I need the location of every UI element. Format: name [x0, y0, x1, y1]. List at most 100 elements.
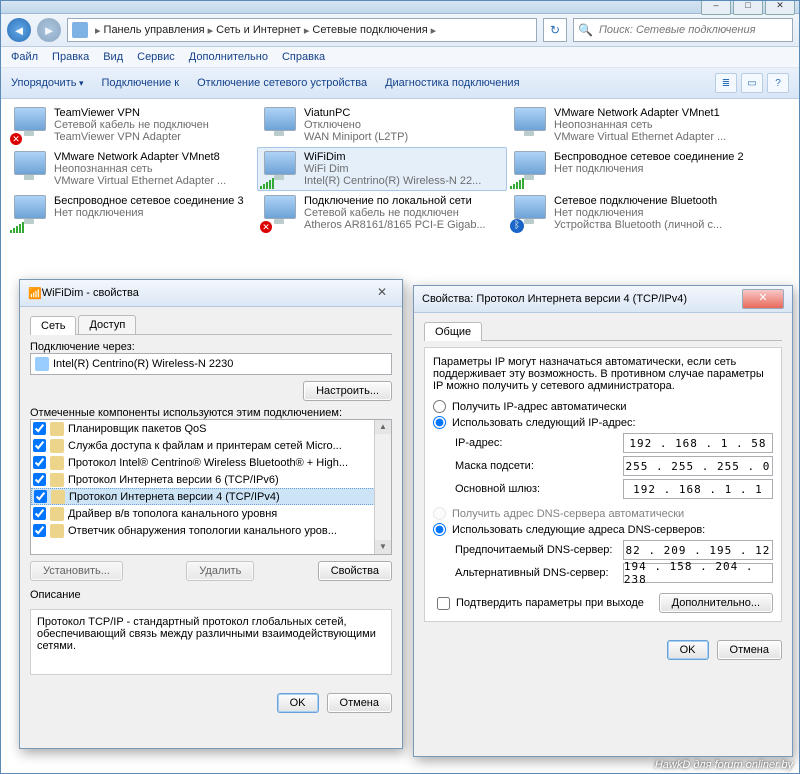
- adapter-field: Intel(R) Centrino(R) Wireless-N 2230: [30, 353, 392, 375]
- radio-auto-ip[interactable]: [433, 400, 446, 413]
- dialog-title: WiFiDim - свойства: [42, 287, 370, 299]
- menu-edit[interactable]: Правка: [52, 51, 89, 63]
- search-box[interactable]: 🔍: [573, 18, 793, 42]
- crumb-network[interactable]: Сеть и Интернет: [216, 24, 301, 36]
- connection-item[interactable]: VMware Network Adapter VMnet1Неопознанна…: [507, 103, 757, 147]
- component-label: Планировщик пакетов QoS: [68, 423, 207, 435]
- search-input[interactable]: [597, 23, 788, 37]
- view-options-icon[interactable]: ≣: [715, 73, 737, 93]
- cmd-disable[interactable]: Отключение сетевого устройства: [197, 77, 367, 89]
- command-bar: Упорядочить Подключение к Отключение сет…: [1, 68, 799, 99]
- tab-general[interactable]: Общие: [424, 322, 482, 341]
- dialog-title: Свойства: Протокол Интернета версии 4 (T…: [422, 293, 742, 305]
- nav-back-button[interactable]: ◄: [7, 18, 31, 42]
- cancel-button[interactable]: Отмена: [327, 693, 392, 713]
- subnet-mask-input[interactable]: 255 . 255 . 255 . 0: [623, 456, 773, 476]
- ok-button[interactable]: OK: [667, 640, 709, 660]
- component-properties-button[interactable]: Свойства: [318, 561, 392, 581]
- help-icon[interactable]: ?: [767, 73, 789, 93]
- component-checkbox[interactable]: [34, 490, 47, 503]
- component-label: Протокол Интернета версии 6 (TCP/IPv6): [68, 474, 279, 486]
- connection-item[interactable]: ✕Подключение по локальной сетиСетевой ка…: [257, 191, 507, 235]
- alternate-dns-input[interactable]: 194 . 158 . 204 . 238: [623, 563, 773, 583]
- preferred-dns-input[interactable]: 82 . 209 . 195 . 12: [623, 540, 773, 560]
- minimize-button[interactable]: –: [701, 0, 731, 15]
- scrollbar[interactable]: [374, 420, 391, 554]
- remove-button[interactable]: Удалить: [186, 561, 254, 581]
- connection-name: ViatunPC: [304, 107, 408, 119]
- menu-view[interactable]: Вид: [103, 51, 123, 63]
- connection-icon: ᛒ: [512, 195, 548, 231]
- connection-icon: ✕: [262, 195, 298, 231]
- connection-device: VMware Virtual Ethernet Adapter ...: [54, 175, 226, 187]
- close-button[interactable]: ✕: [765, 0, 795, 15]
- component-icon: [50, 422, 64, 436]
- components-list[interactable]: Планировщик пакетов QoS Служба доступа к …: [30, 419, 392, 555]
- component-row[interactable]: Планировщик пакетов QoS: [31, 420, 391, 437]
- component-row[interactable]: Протокол Intel® Centrino® Wireless Bluet…: [31, 454, 391, 471]
- component-row[interactable]: Протокол Интернета версии 6 (TCP/IPv6): [31, 471, 391, 488]
- cancel-button[interactable]: Отмена: [717, 640, 782, 660]
- cmd-diagnose[interactable]: Диагностика подключения: [385, 77, 519, 89]
- gateway-input[interactable]: 192 . 168 . 1 . 1: [623, 479, 773, 499]
- ok-button[interactable]: OK: [277, 693, 319, 713]
- component-label: Протокол Интернета версии 4 (TCP/IPv4): [69, 491, 280, 503]
- connection-device: WAN Miniport (L2TP): [304, 131, 408, 143]
- crumb-control-panel[interactable]: Панель управления: [104, 24, 205, 36]
- radio-manual-ip-label: Использовать следующий IP-адрес:: [452, 417, 636, 429]
- component-icon: [51, 490, 65, 504]
- validate-checkbox[interactable]: [437, 597, 450, 610]
- component-checkbox[interactable]: [33, 524, 46, 537]
- connection-item[interactable]: ✕TeamViewer VPNСетевой кабель не подключ…: [7, 103, 257, 147]
- menu-extras[interactable]: Дополнительно: [189, 51, 268, 63]
- nav-forward-button[interactable]: ►: [37, 18, 61, 42]
- connection-item[interactable]: Беспроводное сетевое соединение 3Нет под…: [7, 191, 257, 235]
- connection-item[interactable]: ViatunPCОтключеноWAN Miniport (L2TP): [257, 103, 507, 147]
- maximize-button[interactable]: □: [733, 0, 763, 15]
- advanced-button[interactable]: Дополнительно...: [659, 593, 773, 613]
- alternate-dns-label: Альтернативный DNS-сервер:: [455, 567, 623, 579]
- cmd-organize[interactable]: Упорядочить: [11, 77, 84, 89]
- configure-button[interactable]: Настроить...: [303, 381, 392, 401]
- preview-pane-icon[interactable]: ▭: [741, 73, 763, 93]
- location-icon: [72, 22, 88, 38]
- connection-item[interactable]: Беспроводное сетевое соединение 2Нет под…: [507, 147, 757, 191]
- crumb-connections[interactable]: Сетевые подключения: [312, 24, 427, 36]
- tab-network[interactable]: Сеть: [30, 316, 76, 335]
- connection-item[interactable]: ᛒСетевое подключение BluetoothНет подклю…: [507, 191, 757, 235]
- intro-text: Параметры IP могут назначаться автоматич…: [433, 356, 773, 392]
- tab-access[interactable]: Доступ: [78, 315, 136, 334]
- radio-manual-dns[interactable]: [433, 523, 446, 536]
- component-checkbox[interactable]: [33, 456, 46, 469]
- menu-help[interactable]: Справка: [282, 51, 325, 63]
- radio-auto-dns: [433, 507, 446, 520]
- component-icon: [50, 524, 64, 538]
- component-checkbox[interactable]: [33, 473, 46, 486]
- install-button[interactable]: Установить...: [30, 561, 123, 581]
- nav-bar: ◄ ► ▸ Панель управления ▸ Сеть и Интерне…: [1, 14, 799, 47]
- breadcrumb[interactable]: ▸ Панель управления ▸ Сеть и Интернет ▸ …: [67, 18, 537, 42]
- adapter-name: Intel(R) Centrino(R) Wireless-N 2230: [53, 358, 233, 370]
- component-checkbox[interactable]: [33, 507, 46, 520]
- dialog-close-button[interactable]: ✕: [742, 289, 784, 309]
- component-row[interactable]: Протокол Интернета версии 4 (TCP/IPv4): [31, 488, 391, 505]
- connection-item[interactable]: WiFiDimWiFi DimIntel(R) Centrino(R) Wire…: [257, 147, 507, 191]
- component-row[interactable]: Ответчик обнаружения топологии канальног…: [31, 522, 391, 539]
- component-row[interactable]: Драйвер в/в тополога канального уровня: [31, 505, 391, 522]
- component-icon: [50, 456, 64, 470]
- component-checkbox[interactable]: [33, 439, 46, 452]
- menu-file[interactable]: Файл: [11, 51, 38, 63]
- cmd-connect[interactable]: Подключение к: [102, 77, 180, 89]
- refresh-button[interactable]: ↻: [543, 18, 567, 42]
- signal-bars-icon: [10, 221, 24, 233]
- connections-pane: ✕TeamViewer VPNСетевой кабель не подключ…: [1, 99, 799, 235]
- connection-item[interactable]: VMware Network Adapter VMnet8Неопознанна…: [7, 147, 257, 191]
- menu-service[interactable]: Сервис: [137, 51, 175, 63]
- dialog-close-button[interactable]: ✕: [370, 285, 394, 301]
- component-checkbox[interactable]: [33, 422, 46, 435]
- connection-icon: [512, 107, 548, 143]
- ip-address-input[interactable]: 192 . 168 . 1 . 58: [623, 433, 773, 453]
- component-row[interactable]: Служба доступа к файлам и принтерам сете…: [31, 437, 391, 454]
- radio-manual-ip[interactable]: [433, 416, 446, 429]
- connection-device: Устройства Bluetooth (личной с...: [554, 219, 722, 231]
